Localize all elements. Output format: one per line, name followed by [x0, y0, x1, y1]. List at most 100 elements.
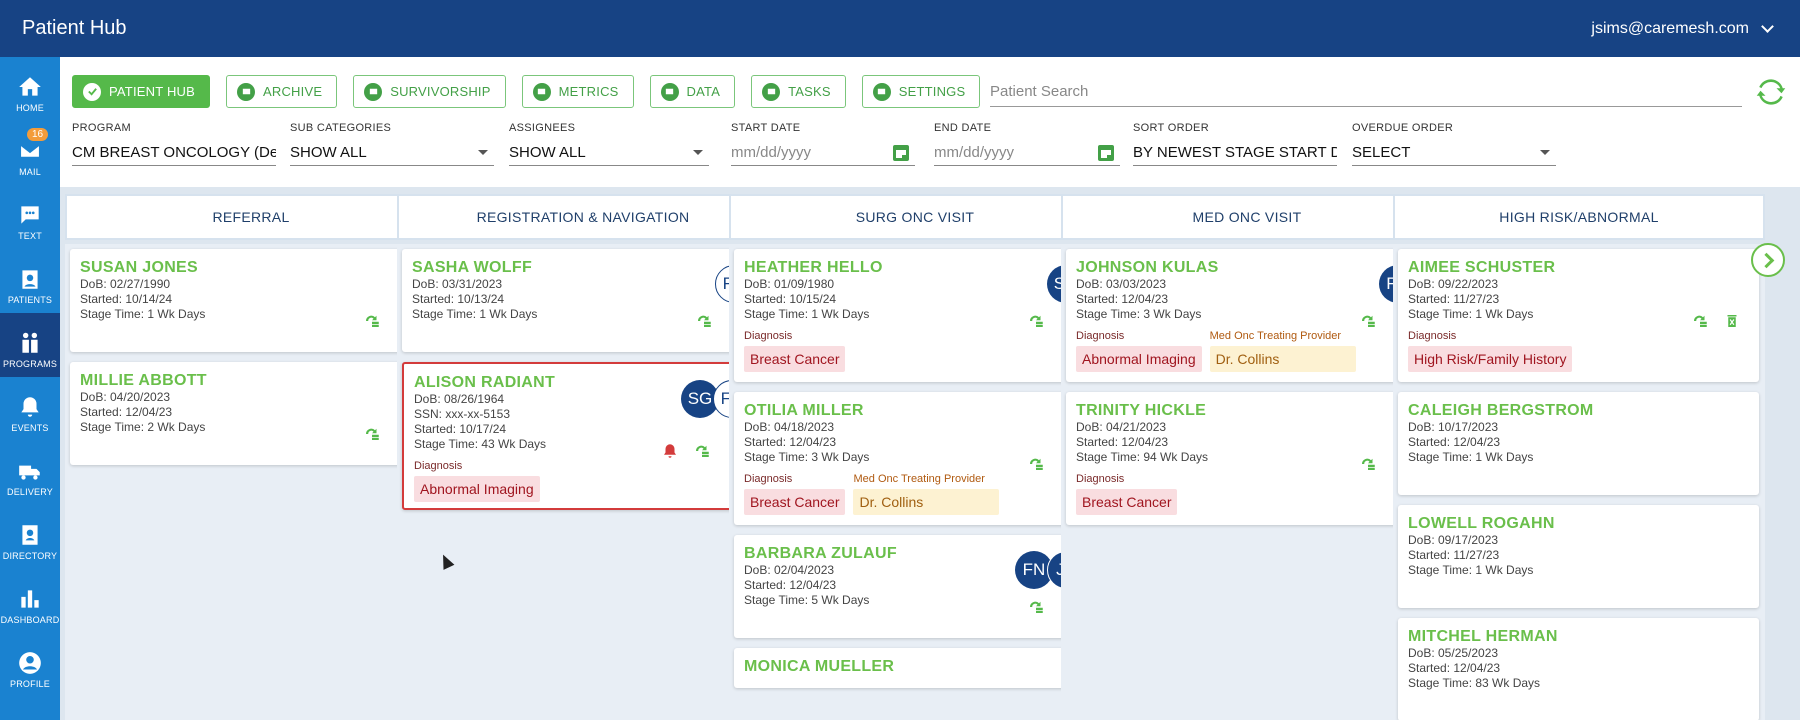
patient-card[interactable]: CALEIGH BERGSTROM DoB: 10/17/2023 Started:…	[1398, 392, 1759, 495]
filter-label: END DATE	[934, 122, 992, 134]
patient-info-line: Started: 12/04/23	[80, 405, 173, 419]
sidebar-item-patients[interactable]: PATIENTS	[0, 249, 60, 313]
patient-card[interactable]: MITCHEL HERMAN DoB: 05/25/2023 Started: 12…	[1398, 618, 1759, 720]
alert-bell-icon[interactable]	[661, 442, 679, 460]
metrics-button[interactable]: METRICS	[521, 75, 634, 108]
calendar-icon[interactable]	[893, 144, 909, 161]
provider-chip: Dr. Collins	[1209, 346, 1356, 372]
patient-search-input[interactable]: Patient Search	[990, 77, 1742, 107]
move-stage-icon[interactable]	[363, 425, 381, 443]
patient-name[interactable]: MITCHEL HERMAN	[1408, 628, 1749, 646]
move-stage-icon[interactable]	[363, 312, 381, 330]
sidebar-item-profile[interactable]: PROFILE	[0, 633, 60, 697]
scroll-right-button[interactable]	[1751, 243, 1785, 277]
patient-name[interactable]: LOWELL ROGAHN	[1408, 515, 1749, 533]
filter-value-text: mm/dd/yyyy	[934, 144, 1015, 161]
archive-icon	[237, 82, 255, 101]
user-menu[interactable]: jsims@caremesh.com	[1591, 20, 1774, 38]
sidebar-item-mail[interactable]: MAIL 16	[0, 121, 60, 185]
patient-name[interactable]: CALEIGH BERGSTROM	[1408, 402, 1749, 420]
filter-value[interactable]: mm/dd/yyyy	[731, 140, 915, 166]
column-header: MED ONC VISIT 2	[1061, 194, 1433, 240]
filter-value[interactable]: SHOW ALL	[509, 140, 709, 166]
diagnosis-chip: High Risk/Family History	[1408, 346, 1573, 372]
diagnosis-chip: Breast Cancer	[1076, 489, 1178, 515]
sidebar-item-programs[interactable]: PROGRAMS	[0, 313, 60, 377]
data-button[interactable]: DATA	[649, 75, 736, 108]
filter-value-text: SHOW ALL	[290, 144, 367, 161]
move-stage-icon[interactable]	[1359, 455, 1377, 473]
patient-card[interactable]: JOHNSON KULAS DoB: 03/03/2023 Started: 12/…	[1066, 249, 1427, 382]
patient-name[interactable]: SUSAN JONES	[80, 259, 421, 277]
move-stage-icon[interactable]	[1691, 312, 1709, 330]
move-stage-icon[interactable]	[693, 442, 711, 460]
move-stage-icon[interactable]	[1027, 455, 1045, 473]
patient-info-line: Started: 10/14/24	[80, 292, 173, 306]
filter-value-text: SHOW ALL	[509, 144, 586, 161]
filter-label: ASSIGNEES	[509, 122, 576, 134]
tasks-button[interactable]: TASKS	[751, 75, 846, 108]
sidebar-item-events[interactable]: EVENTS	[0, 377, 60, 441]
patient-name[interactable]: MILLIE ABBOTT	[80, 372, 421, 390]
home-icon	[19, 77, 41, 96]
refresh-icon[interactable]	[1756, 77, 1786, 107]
calendar-icon[interactable]	[1098, 144, 1114, 161]
filter-value[interactable]: SELECT	[1352, 140, 1556, 166]
patient-card[interactable]: SASHA WOLFF DoB: 03/31/2023 Started: 10/13…	[402, 249, 763, 352]
survivorship-button[interactable]: SURVIVORSHIP	[353, 75, 506, 108]
filter-value[interactable]: BY NEWEST STAGE START D...	[1133, 140, 1337, 166]
patient-info-line: Started: 11/27/23	[1408, 548, 1500, 562]
top-bar: Patient Hub jsims@caremesh.com	[0, 0, 1800, 57]
diagnosis-label: Diagnosis	[414, 460, 463, 472]
patient-hub-button[interactable]: PATIENT HUB	[72, 75, 210, 108]
patient-name[interactable]: TRINITY HICKLE	[1076, 402, 1417, 420]
patient-card[interactable]: MONICA MUELLER	[734, 648, 1095, 688]
column-header: REGISTRATION & NAVIGATION 2	[397, 194, 769, 240]
move-stage-icon[interactable]	[1027, 598, 1045, 616]
diagnosis-label: Diagnosis	[744, 473, 793, 485]
filter-value-text: CM BREAST ONCOLOGY (Def...	[72, 144, 276, 161]
column-title: REFERRAL	[212, 209, 290, 225]
sidebar: HOME MAIL 16 TEXT PATIENTS PROGRAMS EVENT…	[0, 57, 60, 720]
column-body: SUSAN JONES DoB: 02/27/1990 Started: 10/14…	[65, 244, 437, 720]
column-title: REGISTRATION & NAVIGATION	[476, 209, 690, 225]
move-stage-icon[interactable]	[1027, 312, 1045, 330]
patient-card[interactable]: LOWELL ROGAHN DoB: 09/17/2023 Started: 11/…	[1398, 505, 1759, 608]
patient-card[interactable]: HEATHER HELLO DoB: 01/09/1980 Started: 10/…	[734, 249, 1095, 382]
sidebar-item-dashboard[interactable]: DASHBOARD	[0, 569, 60, 633]
filter-label: SORT ORDER	[1133, 122, 1209, 134]
archive-card-icon[interactable]	[1723, 312, 1741, 330]
patient-card[interactable]: ALISON RADIANT DoB: 08/26/1964 SSN: xxx-xx…	[402, 362, 763, 510]
sidebar-item-text[interactable]: TEXT	[0, 185, 60, 249]
filter-overdue-order: OVERDUE ORDER SELECT	[1352, 122, 1556, 166]
patient-card[interactable]: AIMEE SCHUSTER DoB: 09/22/2023 Started: 11…	[1398, 249, 1759, 382]
filter-value[interactable]: mm/dd/yyyy	[934, 140, 1120, 166]
sidebar-item-directory[interactable]: DIRECTORY	[0, 505, 60, 569]
move-stage-icon[interactable]	[1359, 312, 1377, 330]
move-stage-icon[interactable]	[695, 312, 713, 330]
patient-name[interactable]: MONICA MUELLER	[744, 658, 1085, 676]
patient-card[interactable]: TRINITY HICKLE DoB: 04/21/2023 Started: 12…	[1066, 392, 1427, 525]
patient-name[interactable]: SASHA WOLFF	[412, 259, 753, 277]
sidebar-item-delivery[interactable]: DELIVERY	[0, 441, 60, 505]
data-icon	[660, 82, 679, 101]
patient-name[interactable]: AIMEE SCHUSTER	[1408, 259, 1749, 277]
bar-chart-icon	[21, 590, 39, 608]
patient-card[interactable]: OTILIA MILLER DoB: 04/18/2023 Started: 12/…	[734, 392, 1095, 525]
sidebar-item-home[interactable]: HOME	[0, 57, 60, 121]
button-label: DATA	[686, 84, 721, 99]
filter-value[interactable]: CM BREAST ONCOLOGY (Def...	[72, 140, 276, 166]
patient-name[interactable]: HEATHER HELLO	[744, 259, 1085, 277]
filter-label: OVERDUE ORDER	[1352, 122, 1454, 134]
patient-info-line: Started: 12/04/23	[1408, 435, 1501, 449]
filter-value[interactable]: SHOW ALL	[290, 140, 494, 166]
archive-button[interactable]: ARCHIVE	[226, 75, 338, 108]
filter-value-text: SELECT	[1352, 144, 1411, 161]
patient-name[interactable]: JOHNSON KULAS	[1076, 259, 1417, 277]
patient-card[interactable]: SUSAN JONES DoB: 02/27/1990 Started: 10/14…	[70, 249, 431, 352]
patient-card[interactable]: BARBARA ZULAUF DoB: 02/04/2023 Started: 12…	[734, 535, 1095, 638]
patient-card[interactable]: MILLIE ABBOTT DoB: 04/20/2023 Started: 12/…	[70, 362, 431, 465]
filter-end-date: END DATE mm/dd/yyyy	[934, 122, 1120, 166]
patient-name[interactable]: OTILIA MILLER	[744, 402, 1085, 420]
settings-button[interactable]: SETTINGS	[861, 75, 981, 108]
